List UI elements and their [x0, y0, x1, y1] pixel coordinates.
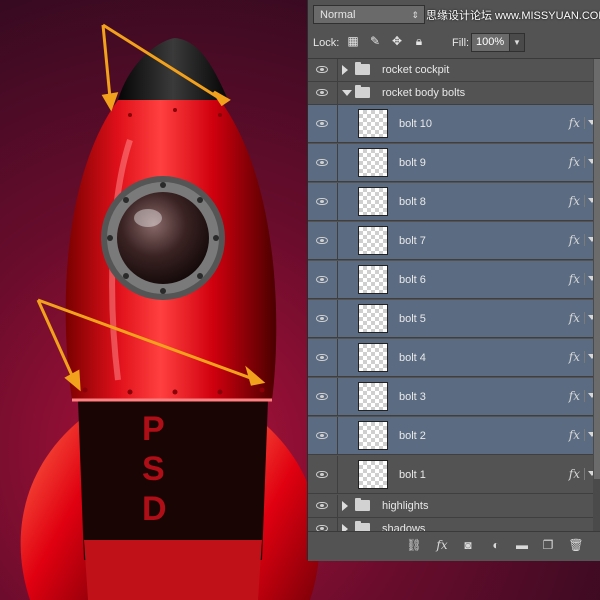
layers-bottom-bar: ⛓ fx ◙ ◐ ▬ ❐ 🗑︎	[308, 531, 600, 561]
rocket-label-s: S	[142, 450, 165, 488]
layer-bolt-2[interactable]: bolt 2 fx	[308, 417, 600, 455]
layer-bolt-1[interactable]: bolt 1 fx	[308, 456, 600, 494]
layer-name: bolt 3	[399, 391, 426, 403]
layer-bolt-4[interactable]: bolt 4 fx	[308, 339, 600, 377]
visibility-eye-icon[interactable]	[316, 66, 328, 73]
visibility-eye-icon[interactable]	[316, 236, 328, 244]
layers-scrollbar[interactable]	[593, 59, 600, 531]
layer-name: bolt 10	[399, 118, 433, 130]
lock-all-icon[interactable]: 🔒︎	[412, 34, 426, 48]
rocket-label-p: P	[142, 410, 165, 448]
lock-icons: ▦ ✎ ✥ 🔒︎	[346, 34, 426, 48]
layer-thumbnail	[358, 304, 388, 333]
layer-name: bolt 8	[399, 196, 426, 208]
layer-thumbnail	[358, 460, 388, 489]
layer-thumbnail	[358, 343, 388, 372]
fx-icon[interactable]: fx	[569, 116, 580, 130]
trash-icon[interactable]: 🗑︎	[568, 538, 584, 552]
expand-triangle-icon[interactable]	[342, 65, 348, 75]
visibility-eye-icon[interactable]	[316, 89, 328, 96]
adjustment-icon[interactable]: ◐	[488, 538, 504, 552]
layer-thumbnail	[358, 421, 388, 450]
fill-input[interactable]: 100% ▼	[471, 33, 525, 52]
layer-bolt-7[interactable]: bolt 7 fx	[308, 222, 600, 260]
scrollbar-thumb[interactable]	[594, 59, 600, 479]
fx-icon[interactable]: fx	[569, 311, 580, 325]
layer-thumbnail	[358, 265, 388, 294]
watermark: 思缘设计论坛 www.MISSYUAN.COM	[426, 10, 600, 22]
layers-options-bar: Normal ⇕ 思缘设计论坛 www.MISSYUAN.COM Lock: ▦…	[308, 0, 600, 59]
group-name: shadows	[382, 523, 426, 531]
expand-triangle-icon[interactable]	[342, 501, 348, 511]
layer-thumbnail	[358, 226, 388, 255]
visibility-eye-icon[interactable]	[316, 314, 328, 322]
fx-icon[interactable]: fx	[434, 538, 450, 552]
layer-group-highlights[interactable]: highlights	[308, 495, 600, 518]
visibility-eye-icon[interactable]	[316, 392, 328, 400]
group-name: rocket cockpit	[382, 64, 450, 76]
folder-icon	[355, 85, 370, 98]
visibility-eye-icon[interactable]	[316, 119, 328, 127]
lock-move-icon[interactable]: ✥	[390, 34, 404, 48]
fx-icon[interactable]: fx	[569, 350, 580, 364]
layer-bolt-3[interactable]: bolt 3 fx	[308, 378, 600, 416]
visibility-eye-icon[interactable]	[316, 275, 328, 283]
visibility-eye-icon[interactable]	[316, 197, 328, 205]
fx-icon[interactable]: fx	[569, 467, 580, 481]
lock-transparent-icon[interactable]: ▦	[346, 34, 360, 48]
layer-thumbnail	[358, 382, 388, 411]
folder-icon	[355, 521, 370, 531]
folder-icon[interactable]: ▬	[514, 538, 530, 552]
visibility-eye-icon[interactable]	[316, 502, 328, 509]
layer-group-rocket-cockpit[interactable]: rocket cockpit	[308, 59, 600, 82]
fx-icon[interactable]: fx	[569, 194, 580, 208]
fx-icon[interactable]: fx	[569, 428, 580, 442]
expand-triangle-icon[interactable]	[342, 524, 348, 531]
fx-icon[interactable]: fx	[569, 389, 580, 403]
layer-name: bolt 6	[399, 274, 426, 286]
group-name: rocket body bolts	[382, 87, 466, 99]
layer-name: bolt 5	[399, 313, 426, 325]
fx-icon[interactable]: fx	[569, 155, 580, 169]
link-icon[interactable]: ⛓	[406, 538, 422, 552]
folder-icon	[355, 62, 370, 75]
layer-bolt-5[interactable]: bolt 5 fx	[308, 300, 600, 338]
layers-panel: Normal ⇕ 思缘设计论坛 www.MISSYUAN.COM Lock: ▦…	[307, 0, 600, 561]
collapse-triangle-icon[interactable]	[342, 90, 352, 96]
stepper-arrows-icon: ⇕	[411, 10, 419, 20]
visibility-eye-icon[interactable]	[316, 158, 328, 166]
layer-thumbnail	[358, 109, 388, 138]
blend-mode-select[interactable]: Normal ⇕	[313, 5, 425, 24]
visibility-eye-icon[interactable]	[316, 353, 328, 361]
layer-name: bolt 4	[399, 352, 426, 364]
rocket-label-d: D	[142, 490, 167, 528]
visibility-eye-icon[interactable]	[316, 431, 328, 439]
fx-icon[interactable]: fx	[569, 233, 580, 247]
layer-name: bolt 1	[399, 469, 426, 481]
layer-bolt-6[interactable]: bolt 6 fx	[308, 261, 600, 299]
chevron-down-icon[interactable]: ▼	[509, 33, 525, 52]
group-name: highlights	[382, 500, 429, 512]
new-layer-icon[interactable]: ❐	[540, 538, 556, 552]
layer-name: bolt 9	[399, 157, 426, 169]
layer-thumbnail	[358, 187, 388, 216]
fill-value: 100%	[476, 36, 505, 48]
layer-name: bolt 2	[399, 430, 426, 442]
layer-name: bolt 7	[399, 235, 426, 247]
layer-thumbnail	[358, 148, 388, 177]
layers-list: rocket cockpit rocket body bolts bolt 10…	[308, 59, 600, 531]
layer-bolt-10[interactable]: bolt 10 fx	[308, 105, 600, 143]
layer-group-shadows[interactable]: shadows	[308, 518, 600, 531]
layer-group-rocket-body-bolts[interactable]: rocket body bolts	[308, 82, 600, 105]
mask-icon[interactable]: ◙	[460, 538, 476, 552]
fx-icon[interactable]: fx	[569, 272, 580, 286]
folder-icon	[355, 498, 370, 511]
lock-brush-icon[interactable]: ✎	[368, 34, 382, 48]
lock-label: Lock:	[313, 37, 340, 49]
visibility-eye-icon[interactable]	[316, 470, 328, 478]
fill-label: Fill:	[452, 37, 470, 49]
layer-bolt-9[interactable]: bolt 9 fx	[308, 144, 600, 182]
layer-bolt-8[interactable]: bolt 8 fx	[308, 183, 600, 221]
blend-mode-value: Normal	[320, 9, 356, 21]
